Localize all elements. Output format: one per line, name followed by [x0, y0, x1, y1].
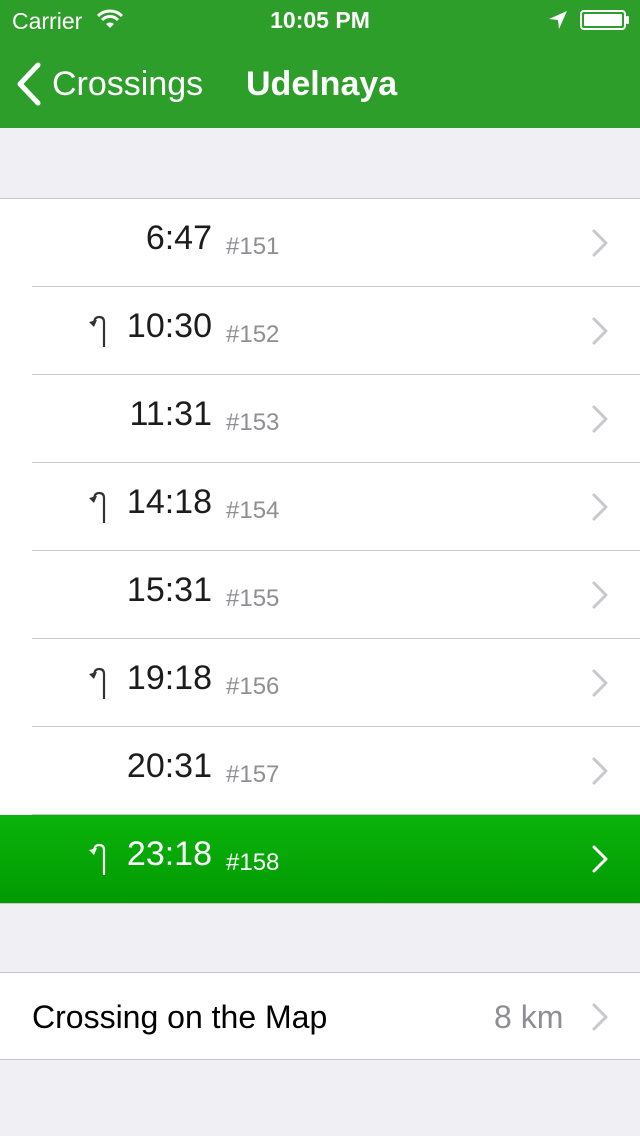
chevron-right-icon	[592, 493, 608, 521]
crossing-row[interactable]: 20:31 #157	[0, 727, 640, 815]
crossing-time: 10:30	[126, 307, 212, 345]
battery-icon	[580, 10, 629, 30]
crossing-row[interactable]: 14:18 #154	[0, 463, 640, 551]
crossing-number: #158	[226, 849, 280, 876]
crossing-row[interactable]: 15:31 #155	[0, 551, 640, 639]
map-section: Crossing on the Map 8 km	[0, 972, 640, 1060]
return-arrow-icon	[89, 667, 106, 699]
location-arrow-icon	[549, 11, 567, 29]
crossing-time: 15:31	[126, 571, 212, 609]
chevron-right-icon	[592, 1003, 608, 1031]
crossing-number: #155	[226, 585, 280, 612]
crossing-time: 19:18	[126, 659, 212, 697]
crossing-time: 6:47	[145, 219, 212, 257]
nav-content: Crossings Udelnaya	[0, 40, 640, 128]
chevron-right-icon	[592, 581, 608, 609]
chevron-right-icon	[592, 405, 608, 433]
crossing-number: #157	[226, 761, 280, 788]
crossing-number: #152	[226, 321, 280, 348]
navigation-bar: Carrier 10:05 PM Crossings Udelnaya	[0, 0, 640, 128]
status-time: 10:05 PM	[270, 7, 370, 33]
return-arrow-icon	[89, 843, 106, 875]
chevron-right-icon	[592, 229, 608, 257]
crossing-time: 23:18	[126, 835, 212, 873]
chevron-right-icon	[592, 317, 608, 345]
back-button[interactable]: Crossings	[14, 60, 203, 108]
chevron-right-icon	[592, 845, 608, 873]
map-row-distance: 8 km	[494, 999, 564, 1035]
return-arrow-icon	[89, 491, 106, 523]
page-title: Udelnaya	[246, 65, 398, 103]
crossing-row[interactable]: 23:18 #158	[0, 815, 640, 903]
chevron-right-icon	[592, 757, 608, 785]
crossing-number: #153	[226, 409, 280, 436]
map-row-label: Crossing on the Map	[32, 999, 328, 1035]
crossing-time: 11:31	[129, 395, 212, 433]
chevron-left-icon	[17, 62, 41, 106]
status-bar: Carrier 10:05 PM	[0, 0, 640, 40]
crossing-number: #151	[226, 233, 280, 260]
crossing-row[interactable]: 6:47 #151	[0, 199, 640, 287]
crossing-list: 6:47 #151 10:30 #152 11:31 #153 14:18 #154 15:31…	[0, 198, 640, 904]
crossing-number: #154	[226, 497, 280, 524]
crossing-row[interactable]: 19:18 #156	[0, 639, 640, 727]
crossing-on-map-row[interactable]: Crossing on the Map 8 km	[0, 973, 640, 1059]
crossing-time: 20:31	[126, 747, 212, 785]
chevron-right-icon	[592, 669, 608, 697]
crossing-number: #156	[226, 673, 280, 700]
crossing-row[interactable]: 10:30 #152	[0, 287, 640, 375]
back-button-label: Crossings	[52, 64, 204, 103]
return-arrow-icon	[89, 315, 106, 347]
crossing-row[interactable]: 11:31 #153	[0, 375, 640, 463]
crossing-time: 14:18	[126, 483, 212, 521]
